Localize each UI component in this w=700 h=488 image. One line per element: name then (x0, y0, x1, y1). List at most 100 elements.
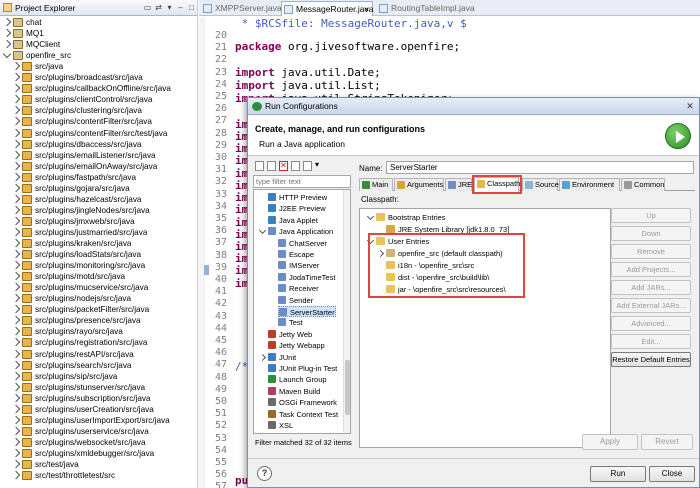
package-item[interactable]: src/plugins/callbackOnOffline/src/java (0, 83, 197, 94)
filter-input[interactable] (253, 175, 351, 188)
package-item[interactable]: src/plugins/mucservice/src/java (0, 282, 197, 293)
package-item[interactable]: src/plugins/kraken/src/java (0, 238, 197, 249)
collapsed-arrow-icon[interactable] (11, 415, 21, 425)
run-button[interactable]: Run (590, 466, 646, 482)
config-item[interactable]: Test (278, 317, 303, 328)
package-item[interactable]: src/plugins/justmarried/src/java (0, 227, 197, 238)
tab-messagerouter[interactable]: MessageRouter.java × (281, 1, 374, 16)
collapsed-arrow-icon[interactable] (11, 305, 21, 314)
config-item[interactable]: Sender (278, 295, 313, 306)
collapsed-arrow-icon[interactable] (11, 183, 21, 192)
apply-button[interactable]: Apply (582, 434, 638, 450)
package-item[interactable]: src/plugins/hazelcast/src/java (0, 194, 197, 205)
package-item[interactable]: src/plugins/subscription/src/java (0, 393, 197, 404)
package-item[interactable]: src/plugins/clientControl/src/java (0, 94, 197, 105)
user-entries[interactable]: User Entries (366, 236, 429, 247)
project-entry[interactable]: openfire_src (default classpath) (376, 248, 503, 259)
tab-main[interactable]: Main (359, 178, 393, 191)
package-item[interactable]: src/plugins/clustering/src/java (0, 105, 197, 116)
package-item[interactable]: src/plugins/userImportExport/src/java (0, 415, 197, 426)
package-item[interactable]: src/plugins/restAPI/src/java (0, 349, 197, 360)
collapsed-arrow-icon[interactable] (11, 327, 21, 336)
collapsed-arrow-icon[interactable] (11, 172, 21, 181)
dialog-titlebar[interactable]: Run Configurations ✕ (248, 98, 699, 115)
collapsed-arrow-icon[interactable] (2, 17, 12, 27)
code-line-import[interactable]: import java.util.List; (235, 79, 381, 92)
collapsed-arrow-icon[interactable] (11, 150, 21, 159)
restore-default-entries-button[interactable]: Restore Default Entries (611, 352, 691, 367)
tab-routingtableimpl[interactable]: RoutingTableImpl.java (377, 1, 475, 16)
package-item[interactable]: src/test/throttletest/src (0, 470, 197, 481)
config-item[interactable]: Maven Build (268, 386, 320, 397)
filter-icon[interactable] (303, 161, 312, 171)
config-item[interactable]: Escape (278, 249, 314, 260)
package-item[interactable]: src/plugins/jmxweb/src/java (0, 216, 197, 227)
folder-entry-i18n[interactable]: i18n - \openfire_src\src (386, 260, 474, 271)
package-item[interactable]: src/plugins/contentFilter/src/test/java (0, 128, 197, 139)
minimize-icon[interactable]: – (175, 2, 186, 13)
expanded-arrow-icon[interactable] (2, 49, 12, 59)
package-item[interactable]: src/plugins/gojara/src/java (0, 183, 197, 194)
package-item[interactable]: src/plugins/motd/src/java (0, 271, 197, 282)
package-item[interactable]: src/plugins/loadStats/src/java (0, 249, 197, 260)
config-item[interactable]: ServerStarter (278, 306, 336, 317)
view-menu-icon[interactable]: ▾ (164, 2, 175, 13)
scroll-thumb[interactable] (345, 360, 350, 415)
package-item[interactable]: src/test/java (0, 459, 197, 470)
package-item[interactable]: src/plugins/nodejs/src/java (0, 293, 197, 304)
remove-button[interactable]: Remove (611, 244, 691, 259)
advanced-button[interactable]: Advanced... (611, 316, 691, 331)
collapsed-arrow-icon[interactable] (11, 316, 21, 325)
collapsed-arrow-icon[interactable] (11, 84, 21, 93)
folder-entry-dist[interactable]: dist - \openfire_src\build\lib\ (386, 272, 489, 283)
expand-icon[interactable] (366, 212, 375, 221)
config-item[interactable]: Java Application (258, 226, 333, 237)
collapsed-arrow-icon[interactable] (11, 459, 21, 469)
edit-button[interactable]: Edit... (611, 334, 691, 349)
collapsed-arrow-icon[interactable] (11, 470, 21, 480)
package-item[interactable]: src/plugins/websocket/src/java (0, 437, 197, 448)
config-item[interactable]: OSGi Framework (268, 397, 337, 408)
jre-system-library[interactable]: JRE System Library [jdk1.8.0_73] (386, 224, 509, 235)
code-line-comment[interactable]: * $RCSfile: MessageRouter.java,v $ (235, 17, 467, 30)
collapsed-arrow-icon[interactable] (11, 404, 21, 413)
folder-entry-jar[interactable]: jar - \openfire_src\src\resources\ (386, 284, 506, 295)
collapsed-arrow-icon[interactable] (11, 227, 21, 237)
duplicate-config-icon[interactable] (267, 161, 276, 171)
collapse-all-icon[interactable] (291, 161, 300, 171)
collapsed-arrow-icon[interactable] (258, 353, 267, 361)
add-jars-button[interactable]: Add JARs... (611, 280, 691, 295)
collapsed-arrow-icon[interactable] (11, 117, 21, 126)
bootstrap-entries[interactable]: Bootstrap Entries (366, 212, 446, 223)
tab-xmppserver[interactable]: XMPPServer.java (201, 1, 282, 16)
collapsed-arrow-icon[interactable] (11, 371, 21, 380)
config-item[interactable]: Jetty Web (268, 329, 312, 340)
config-item[interactable]: JUnit Plug-in Test (268, 363, 337, 374)
package-item[interactable]: src/plugins/broadcast/src/java (0, 72, 197, 83)
package-item[interactable]: src/plugins/presence/src/java (0, 315, 197, 326)
package-item[interactable]: src/plugins/registration/src/java (0, 337, 197, 348)
revert-button[interactable]: Revert (641, 434, 693, 450)
code-line-import[interactable]: import java.util.Date; (235, 66, 381, 79)
collapsed-arrow-icon[interactable] (11, 216, 21, 226)
tab-arguments[interactable]: Arguments (394, 178, 444, 191)
collapsed-arrow-icon[interactable] (11, 205, 21, 215)
tab-jre[interactable]: JRE (445, 178, 472, 191)
filter-menu-icon[interactable]: ▾ (315, 160, 319, 169)
tab-classpath[interactable]: Classpath (474, 177, 520, 192)
package-item[interactable]: src/java (0, 61, 197, 72)
tab-environment[interactable]: Environment (559, 178, 620, 191)
config-tree-scrollbar[interactable] (343, 190, 350, 433)
config-item[interactable]: Receiver (278, 283, 319, 294)
collapsed-arrow-icon[interactable] (11, 360, 21, 369)
collapsed-arrow-icon[interactable] (11, 128, 21, 137)
package-item[interactable]: src/plugins/monitoring/src/java (0, 260, 197, 271)
config-item[interactable]: Java Applet (268, 215, 318, 226)
name-field[interactable]: ServerStarter (386, 161, 694, 174)
config-item[interactable]: HTTP Preview (268, 192, 327, 203)
collapsed-arrow-icon[interactable] (11, 393, 21, 402)
expand-icon[interactable] (366, 236, 375, 245)
package-item[interactable]: src/plugins/packetFilter/src/java (0, 304, 197, 315)
project-item[interactable]: openfire_src (0, 49, 197, 61)
close-button[interactable]: Close (649, 466, 695, 482)
